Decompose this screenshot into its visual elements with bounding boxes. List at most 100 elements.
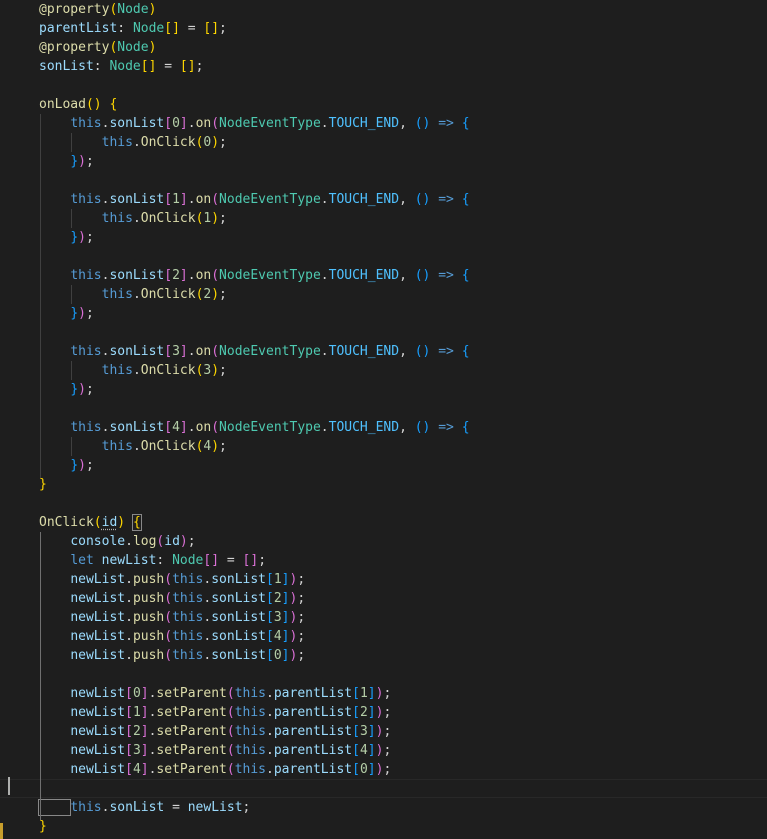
code-line[interactable]: console.log(id); bbox=[0, 532, 767, 551]
code-line[interactable]: ​ bbox=[0, 665, 767, 684]
code-token: ) bbox=[78, 230, 86, 245]
code-line[interactable]: this.sonList[4].on(NodeEventType.TOUCH_E… bbox=[0, 418, 767, 437]
code-token: [] bbox=[140, 59, 157, 74]
code-token: id bbox=[164, 534, 180, 549]
code-token: Node bbox=[109, 59, 141, 74]
code-line[interactable]: newList.push(this.sonList[1]); bbox=[0, 570, 767, 589]
code-editor[interactable]: @property(Node) parentList: Node[] = []; @… bbox=[0, 0, 767, 839]
code-token: () bbox=[414, 192, 431, 207]
code-line[interactable]: } bbox=[0, 817, 767, 836]
code-token: 1 bbox=[132, 705, 141, 720]
indent-guide bbox=[40, 532, 41, 820]
code-token: ; bbox=[219, 211, 227, 226]
code-line[interactable]: this.OnClick(3); bbox=[0, 361, 767, 380]
code-line[interactable]: ​ bbox=[0, 494, 767, 513]
code-line[interactable]: ​ bbox=[0, 76, 767, 95]
code-line[interactable]: this.sonList = newList; bbox=[0, 798, 767, 817]
code-line[interactable]: newList.push(this.sonList[0]); bbox=[0, 646, 767, 665]
code-token: ( bbox=[211, 420, 220, 435]
code-token: newList bbox=[70, 686, 126, 701]
code-token: ) bbox=[117, 515, 126, 530]
code-line[interactable]: ​ bbox=[0, 247, 767, 266]
code-line[interactable]: this.sonList[3].on(NodeEventType.TOUCH_E… bbox=[0, 342, 767, 361]
code-line[interactable]: newList[2].setParent(this.parentList[3])… bbox=[0, 722, 767, 741]
code-token: ; bbox=[85, 154, 94, 169]
code-token: ; bbox=[85, 306, 94, 321]
code-token: 0 bbox=[273, 648, 282, 663]
code-line[interactable]: }); bbox=[0, 228, 767, 247]
code-token: on bbox=[195, 344, 212, 359]
code-line[interactable]: this.sonList[1].on(NodeEventType.TOUCH_E… bbox=[0, 190, 767, 209]
code-line[interactable]: sonList: Node[] = []; bbox=[0, 57, 767, 76]
code-line[interactable]: let newList: Node[] = []; bbox=[0, 551, 767, 570]
code-token: 2 bbox=[273, 591, 282, 606]
code-line[interactable]: ​ bbox=[0, 171, 767, 190]
code-line[interactable]: newList[1].setParent(this.parentList[2])… bbox=[0, 703, 767, 722]
code-line[interactable]: newList.push(this.sonList[2]); bbox=[0, 589, 767, 608]
code-token: } bbox=[70, 458, 79, 473]
code-token: ] bbox=[179, 268, 188, 283]
code-token: 0 bbox=[132, 686, 141, 701]
code-token: ; bbox=[85, 382, 94, 397]
code-line[interactable]: this.OnClick(1); bbox=[0, 209, 767, 228]
code-token: 3 bbox=[273, 610, 282, 625]
code-token: ) bbox=[78, 154, 86, 169]
code-line[interactable]: parentList: Node[] = []; bbox=[0, 19, 767, 38]
code-token: ] bbox=[367, 705, 376, 720]
code-line[interactable]: newList[4].setParent(this.parentList[0])… bbox=[0, 760, 767, 779]
code-token: () bbox=[414, 344, 431, 359]
code-token: this bbox=[172, 629, 204, 644]
code-token: ] bbox=[140, 762, 149, 777]
code-token: . bbox=[266, 724, 274, 739]
code-token: [] bbox=[242, 553, 259, 568]
code-token: . bbox=[320, 116, 329, 131]
code-token: ; bbox=[383, 743, 392, 758]
code-line[interactable]: this.OnClick(0); bbox=[0, 133, 767, 152]
code-token: ) bbox=[211, 287, 220, 302]
code-token: sonList bbox=[211, 629, 267, 644]
code-line[interactable]: newList.push(this.sonList[4]); bbox=[0, 627, 767, 646]
code-line[interactable]: }); bbox=[0, 380, 767, 399]
code-token: this bbox=[172, 591, 204, 606]
code-line[interactable]: }); bbox=[0, 456, 767, 475]
code-line[interactable]: }); bbox=[0, 304, 767, 323]
code-line[interactable]: this.OnClick(4); bbox=[0, 437, 767, 456]
code-token: NodeEventType bbox=[219, 344, 321, 359]
code-line[interactable]: this.sonList[0].on(NodeEventType.TOUCH_E… bbox=[0, 114, 767, 133]
code-token: [ bbox=[352, 762, 360, 777]
code-token: ) bbox=[148, 40, 157, 55]
code-token: . bbox=[125, 648, 133, 663]
code-line[interactable]: ​ bbox=[0, 323, 767, 342]
code-token: ; bbox=[85, 458, 94, 473]
code-line[interactable]: ​ bbox=[0, 779, 767, 798]
code-line[interactable]: onLoad() { bbox=[0, 95, 767, 114]
code-line[interactable]: OnClick(id) { bbox=[0, 513, 767, 532]
code-token: ; bbox=[85, 230, 94, 245]
code-line[interactable]: } bbox=[0, 475, 767, 494]
code-line[interactable]: @property(Node) bbox=[0, 38, 767, 57]
code-line[interactable]: this.OnClick(2); bbox=[0, 285, 767, 304]
code-token: [ bbox=[266, 629, 274, 644]
code-line[interactable]: newList.push(this.sonList[3]); bbox=[0, 608, 767, 627]
code-token: . bbox=[266, 762, 274, 777]
code-token: ; bbox=[258, 553, 267, 568]
code-token: setParent bbox=[156, 686, 227, 701]
code-token: setParent bbox=[156, 705, 227, 720]
code-lines[interactable]: @property(Node) parentList: Node[] = []; @… bbox=[0, 0, 767, 836]
code-token: sonList bbox=[109, 268, 165, 283]
code-line[interactable]: @property(Node) bbox=[0, 0, 767, 19]
code-token: ) bbox=[179, 534, 188, 549]
code-token: let bbox=[70, 553, 94, 568]
code-line[interactable]: }); bbox=[0, 152, 767, 171]
code-token: OnClick bbox=[140, 135, 196, 150]
code-line[interactable]: this.sonList[2].on(NodeEventType.TOUCH_E… bbox=[0, 266, 767, 285]
code-line[interactable]: newList[0].setParent(this.parentList[1])… bbox=[0, 684, 767, 703]
code-line[interactable]: ​ bbox=[0, 399, 767, 418]
code-token: [ bbox=[352, 743, 360, 758]
code-line[interactable]: newList[3].setParent(this.parentList[4])… bbox=[0, 741, 767, 760]
